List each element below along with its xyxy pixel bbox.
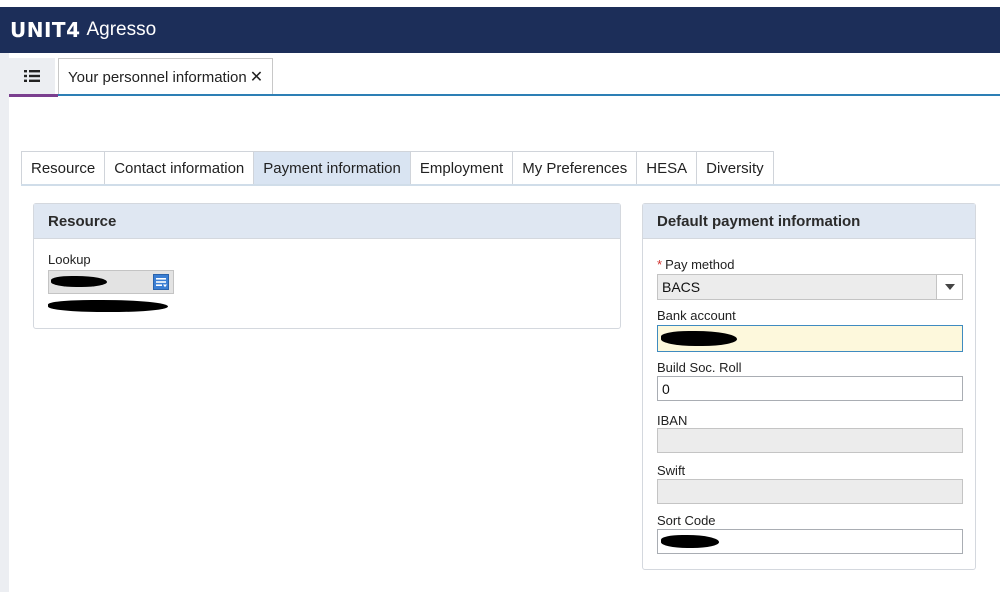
resource-panel: Resource Lookup bbox=[33, 203, 621, 329]
tab-your-personnel-information[interactable]: Your personnel information ✕ bbox=[58, 58, 274, 95]
section-tabs-underline bbox=[21, 184, 1000, 186]
redacted-lookup-value bbox=[51, 276, 107, 287]
redacted-sort-code bbox=[661, 535, 719, 548]
lookup-field[interactable] bbox=[48, 270, 174, 294]
chevron-down-icon[interactable] bbox=[936, 275, 962, 299]
pay-method-select[interactable]: BACS bbox=[657, 274, 963, 300]
build-soc-roll-label: Build Soc. Roll bbox=[657, 360, 742, 375]
required-marker: * bbox=[657, 257, 663, 272]
list-menu-icon bbox=[24, 70, 40, 82]
payment-panel-title: Default payment information bbox=[643, 204, 975, 239]
redacted-resource-name bbox=[48, 300, 168, 312]
swift-field[interactable] bbox=[657, 479, 963, 504]
section-tabs: Resource Contact information Payment inf… bbox=[21, 151, 774, 185]
pay-method-value: BACS bbox=[662, 279, 701, 295]
swift-label: Swift bbox=[657, 463, 686, 478]
tab-hesa[interactable]: HESA bbox=[636, 151, 697, 185]
tab-label: Your personnel information bbox=[68, 68, 247, 86]
build-soc-roll-field[interactable]: 0 bbox=[657, 376, 963, 401]
lookup-label: Lookup bbox=[48, 252, 91, 267]
menu-underline bbox=[9, 94, 58, 97]
tab-employment[interactable]: Employment bbox=[409, 151, 513, 185]
default-payment-panel: Default payment information * Pay method … bbox=[642, 203, 976, 570]
product-name: Agresso bbox=[86, 19, 157, 40]
unit4-logo: UNIT4 bbox=[10, 18, 81, 42]
tab-resource[interactable]: Resource bbox=[21, 151, 105, 185]
close-icon[interactable]: ✕ bbox=[250, 67, 263, 87]
pay-method-label-text: Pay method bbox=[665, 257, 735, 272]
menu-button[interactable] bbox=[9, 58, 55, 94]
lookup-list-icon[interactable] bbox=[153, 274, 169, 290]
iban-label: IBAN bbox=[657, 413, 688, 428]
left-strip bbox=[0, 53, 9, 592]
pay-method-label: * Pay method bbox=[657, 257, 734, 272]
sort-code-label: Sort Code bbox=[657, 513, 716, 528]
redacted-bank-account bbox=[661, 331, 737, 346]
tab-payment-information[interactable]: Payment information bbox=[253, 151, 410, 185]
tab-contact-information[interactable]: Contact information bbox=[104, 151, 254, 185]
tab-my-preferences[interactable]: My Preferences bbox=[512, 151, 637, 185]
bank-account-field[interactable] bbox=[657, 325, 963, 352]
sort-code-field[interactable] bbox=[657, 529, 963, 554]
bank-account-label: Bank account bbox=[657, 308, 736, 323]
tab-diversity[interactable]: Diversity bbox=[696, 151, 774, 185]
tab-bar-underline bbox=[9, 94, 1000, 96]
app-header: UNIT4 Agresso bbox=[0, 0, 1000, 53]
build-soc-roll-value: 0 bbox=[662, 380, 670, 397]
resource-panel-title: Resource bbox=[34, 204, 620, 239]
iban-field[interactable] bbox=[657, 428, 963, 453]
